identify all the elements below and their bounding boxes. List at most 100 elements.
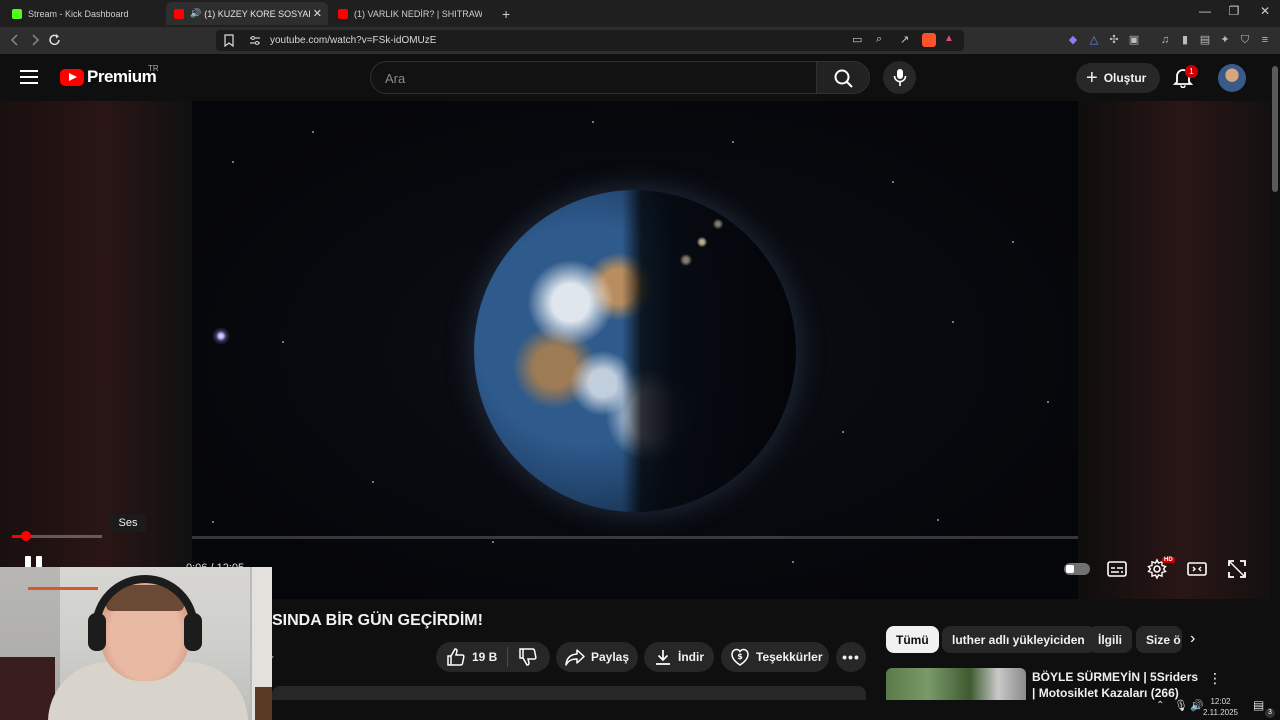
voice-search-button[interactable] [883, 61, 916, 94]
like-icon[interactable] [446, 647, 466, 667]
site-info-icon[interactable] [249, 35, 261, 46]
speaker-icon[interactable]: 🔊 [1190, 699, 1204, 712]
star [1012, 241, 1014, 243]
country-code: TR [148, 64, 159, 73]
cast-icon[interactable]: ▭ [852, 33, 862, 46]
media-control-icon[interactable]: ♫ [1158, 33, 1172, 47]
url-text: youtube.com/watch?v=FSk-idOMUzE [270, 35, 437, 46]
city-lights [662, 206, 742, 296]
brave-shield-icon[interactable] [922, 33, 936, 47]
notifications-tray-icon[interactable]: ▤ [1253, 698, 1264, 712]
extension-vpn-icon[interactable]: △ [1087, 33, 1101, 47]
browser-nav-bar: youtube.com/watch?v=FSk-idOMUzE ▭ ⌕ ↗ ▲ … [0, 27, 1280, 54]
chip-all[interactable]: Tümü [886, 626, 939, 653]
star [792, 561, 794, 563]
tab-youtube-varlik[interactable]: (1) VARLIK NEDİR? | SHITRAW#8 - Yo [330, 2, 490, 25]
address-bar[interactable]: youtube.com/watch?v=FSk-idOMUzE ▭ ⌕ ↗ ▲ [216, 30, 964, 51]
tab-kick-dashboard[interactable]: Stream - Kick Dashboard [4, 2, 164, 25]
avatar[interactable] [1218, 64, 1246, 92]
search-placeholder: Ara [385, 71, 406, 86]
back-icon[interactable] [10, 34, 20, 46]
page-scrollbar[interactable] [1270, 54, 1280, 700]
hamburger-menu-icon[interactable] [20, 70, 38, 84]
dislike-icon[interactable] [518, 647, 538, 667]
create-label: Oluştur [1103, 71, 1147, 85]
chip-from-uploader[interactable]: luther adlı yükleyiciden [942, 626, 1095, 653]
like-dislike-group: 19 B [436, 642, 550, 672]
close-window-button[interactable]: ✕ [1250, 4, 1280, 18]
search-input[interactable]: Ara [370, 61, 817, 94]
forward-icon[interactable] [30, 34, 40, 46]
tab-youtube-active[interactable]: 🔊 (1) KUZEY KORE SOSYAL MED ✕ [166, 2, 328, 25]
restore-button[interactable]: ❐ [1219, 4, 1249, 18]
star [732, 141, 734, 143]
system-clock[interactable]: 12:02 2.11.2025 [1203, 696, 1238, 718]
autoplay-toggle[interactable] [1064, 563, 1090, 575]
sidebar-toggle-icon[interactable]: ▮ [1178, 33, 1192, 47]
extension-wallet-icon[interactable]: ▣ [1127, 33, 1141, 47]
chevron-right-icon[interactable]: › [1190, 630, 1195, 648]
like-count[interactable]: 19 B [472, 650, 497, 664]
microphone-tray-icon[interactable]: 🎙 [1174, 699, 1188, 712]
star [212, 521, 214, 523]
svg-text:$: $ [737, 652, 743, 661]
extensions-icon[interactable]: ✣ [1107, 33, 1121, 47]
brave-rewards-icon[interactable]: ▲ [944, 33, 954, 44]
tray-notification-badge: 3 [1265, 708, 1275, 718]
zoom-icon[interactable]: ⌕ [876, 33, 882, 46]
star [842, 431, 844, 433]
subtitles-icon[interactable] [1106, 558, 1128, 580]
description-box[interactable] [272, 686, 866, 700]
minimize-button[interactable]: — [1190, 4, 1220, 18]
vpn-shield-icon[interactable]: ⛉ [1238, 33, 1252, 47]
audio-playing-icon[interactable]: 🔊 [190, 8, 201, 19]
wallet-icon[interactable]: ▤ [1198, 33, 1212, 47]
new-tab-button[interactable]: + [494, 2, 518, 25]
star [312, 131, 314, 133]
star [372, 481, 374, 483]
cam-gaming-chair [0, 657, 55, 720]
video-player[interactable] [192, 101, 1078, 599]
divider [507, 647, 509, 667]
extension-leo-icon[interactable]: ◆ [1066, 33, 1080, 47]
chip-for-you[interactable]: Size ö [1136, 626, 1182, 653]
volume-knob[interactable] [20, 531, 31, 541]
fullscreen-icon[interactable] [1226, 558, 1248, 580]
progress-bar[interactable] [192, 536, 1078, 539]
theater-mode-icon[interactable] [1186, 558, 1208, 580]
thanks-label: Teşekkürler [756, 650, 823, 664]
share-icon [565, 649, 585, 666]
tab-title: (1) KUZEY KORE SOSYAL MED [204, 8, 311, 19]
more-vert-icon[interactable]: ⋮ [1208, 670, 1222, 687]
youtube-logo-icon [60, 68, 84, 86]
leo-ai-icon[interactable]: ✦ [1218, 33, 1232, 47]
hd-badge: HD [1162, 557, 1175, 563]
cam-headphone-cup [184, 613, 202, 651]
notification-badge: 1 [1185, 65, 1198, 78]
search-icon [834, 69, 853, 88]
earth-night-side [474, 190, 796, 512]
youtube-premium-logo[interactable]: Premium TR [60, 64, 159, 87]
related-video-thumbnail[interactable] [886, 668, 1026, 700]
bookmark-icon[interactable] [224, 34, 234, 47]
download-button[interactable]: İndir [644, 642, 714, 672]
search-button[interactable] [816, 61, 870, 94]
scrollbar-thumb[interactable] [1272, 66, 1278, 192]
create-button[interactable]: + Oluştur [1076, 63, 1160, 93]
star [937, 519, 939, 521]
more-actions-icon[interactable]: ••• [836, 642, 866, 672]
volume-slider[interactable] [12, 531, 102, 541]
share-button[interactable]: Paylaş [556, 642, 638, 672]
thanks-button[interactable]: $ Teşekkürler [721, 642, 829, 672]
clock-date: 2.11.2025 [1203, 708, 1238, 717]
menu-icon[interactable]: ≡ [1258, 33, 1272, 47]
browser-tab-bar: Stream - Kick Dashboard 🔊 (1) KUZEY KORE… [0, 0, 1280, 27]
plus-icon: + [1086, 67, 1098, 89]
share-page-icon[interactable]: ↗ [900, 33, 909, 46]
kick-favicon-icon [12, 8, 22, 19]
tray-chevron-up-icon[interactable]: ⌃ [1156, 700, 1164, 711]
star [952, 321, 954, 323]
tab-close-icon[interactable]: ✕ [313, 7, 322, 20]
chip-related[interactable]: İlgili [1088, 626, 1132, 653]
reload-icon[interactable] [48, 33, 62, 47]
